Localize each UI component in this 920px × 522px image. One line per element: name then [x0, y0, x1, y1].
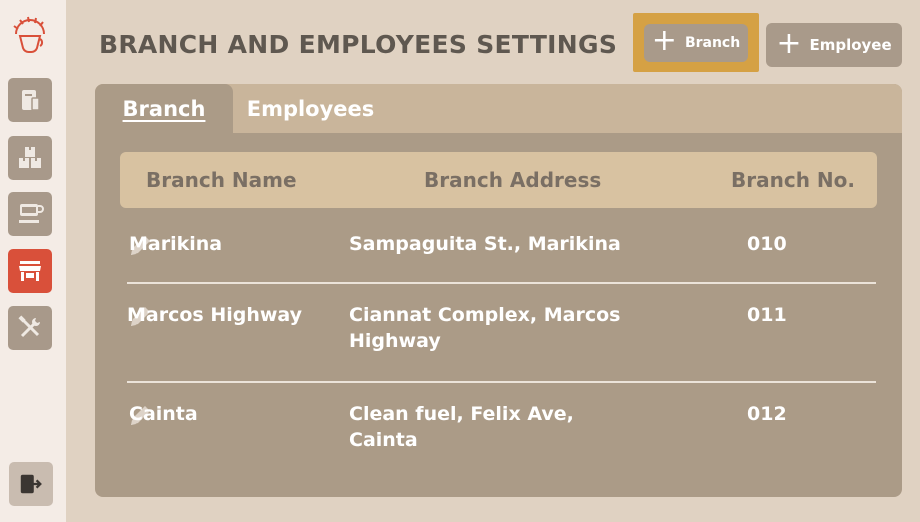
add-employee-button[interactable]: + Employee — [766, 23, 902, 67]
table-row: Marikina Sampaguita St., Marikina 010 — [127, 231, 876, 263]
branch-number: 010 — [747, 233, 787, 255]
plus-icon: + — [651, 23, 677, 58]
branch-address: Clean fuel, Felix Ave, Cainta — [349, 403, 574, 451]
branch-name: Cainta — [129, 403, 198, 425]
tab-bar: Branch Employees — [95, 84, 902, 133]
add-branch-highlight: + Branch — [633, 13, 759, 72]
page-title: BRANCH AND EMPLOYEES SETTINGS — [99, 30, 618, 59]
row-divider — [127, 381, 876, 383]
sidebar-item-branches[interactable] — [8, 249, 52, 293]
boxes-icon — [19, 147, 41, 168]
sidebar-item-documents[interactable] — [8, 78, 52, 122]
branch-address: Ciannat Complex, Marcos Highway — [349, 304, 621, 352]
sidebar-item-products[interactable] — [8, 192, 52, 236]
branch-name: Marikina — [129, 233, 223, 255]
add-branch-label: Branch — [684, 34, 741, 51]
column-header-branch-name: Branch Name — [146, 168, 297, 192]
plus-icon: + — [776, 25, 802, 61]
table-row: Marcos Highway Ciannat Complex, Marcos H… — [127, 302, 876, 352]
tab-employees[interactable]: Employees — [243, 84, 378, 133]
sidebar — [0, 0, 66, 522]
sidebar-item-inventory[interactable] — [8, 136, 52, 180]
sidebar-item-settings[interactable] — [8, 306, 52, 350]
branch-name: Marcos Highway — [127, 304, 303, 326]
logout-button[interactable] — [9, 462, 53, 506]
table-row: Cainta Clean fuel, Felix Ave, Cainta 012 — [127, 401, 876, 451]
row-divider — [127, 282, 876, 284]
document-icon — [22, 90, 40, 111]
add-employee-label: Employee — [809, 36, 892, 54]
logout-icon — [20, 474, 42, 494]
branch-address: Sampaguita St., Marikina — [349, 233, 621, 255]
table-header: Branch Name Branch Address Branch No. — [120, 152, 877, 208]
tools-icon — [18, 315, 40, 338]
column-header-branch-address: Branch Address — [424, 168, 602, 192]
coffee-cup-icon — [19, 204, 44, 223]
add-branch-button[interactable]: + Branch — [644, 23, 748, 62]
settings-card: Branch Employees Branch Name Branch Addr… — [95, 84, 902, 497]
branch-number: 012 — [747, 403, 787, 425]
tab-branch[interactable]: Branch — [95, 84, 233, 133]
logo-icon — [8, 12, 52, 56]
store-icon — [19, 261, 41, 281]
column-header-branch-no: Branch No. — [731, 168, 855, 192]
branch-number: 011 — [747, 304, 787, 326]
